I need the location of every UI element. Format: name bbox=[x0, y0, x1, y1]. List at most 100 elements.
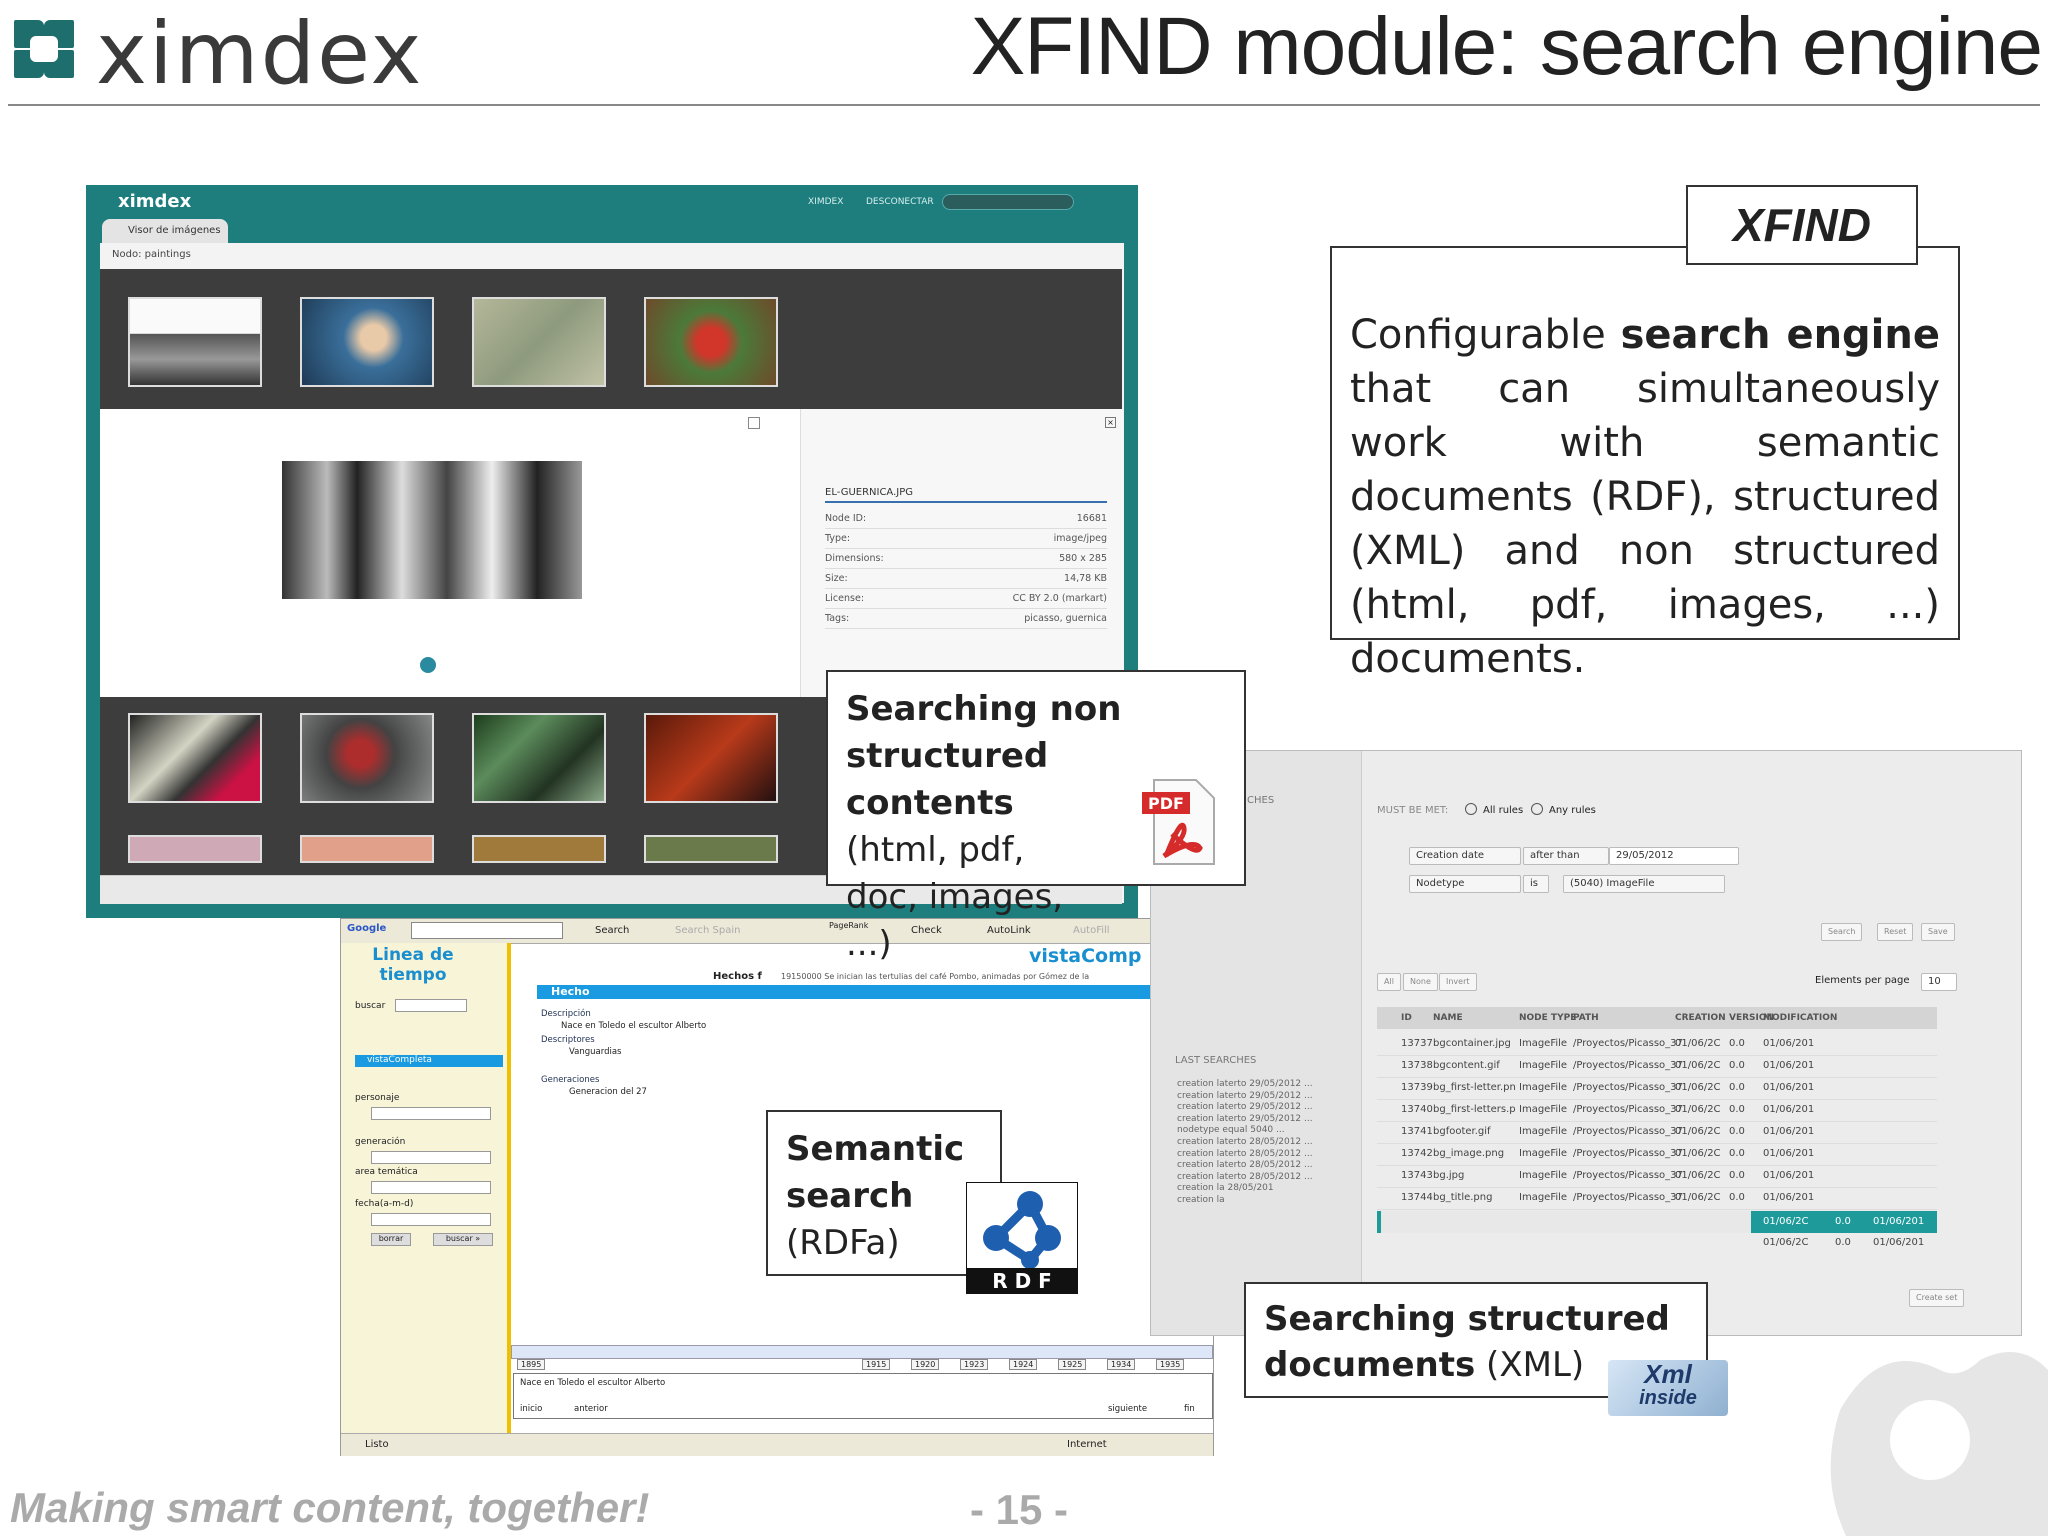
last-search-item[interactable]: nodetype equal 5040 ... bbox=[1177, 1125, 1327, 1137]
thumbnail[interactable] bbox=[472, 713, 606, 803]
table-cell: 0.0 bbox=[1729, 1060, 1745, 1071]
timeline-scrollbar[interactable] bbox=[511, 1345, 1213, 1359]
pdf-badge-text: PDF bbox=[1148, 794, 1184, 813]
column-header[interactable]: ID bbox=[1401, 1013, 1412, 1023]
table-row[interactable]: 13744 bg_title.png ImageFile/Proyectos/Pic… bbox=[1377, 1187, 1937, 1210]
buscar-button[interactable]: buscar » bbox=[433, 1233, 493, 1246]
all-rules-radio[interactable] bbox=[1465, 803, 1477, 815]
viewer-logout-link[interactable]: DESCONECTAR bbox=[866, 197, 934, 207]
select-none-button[interactable]: None bbox=[1403, 973, 1438, 991]
year-tick[interactable]: 1895 bbox=[517, 1359, 546, 1370]
generaciones-heading[interactable]: Generaciones bbox=[541, 1075, 599, 1085]
table-cell: 13738 bbox=[1401, 1060, 1433, 1071]
any-rules-radio[interactable] bbox=[1531, 803, 1543, 815]
results-table-header: ID NAME NODE TYPE PATH CREATION VERSION MODIFI… bbox=[1377, 1007, 1937, 1029]
year-tick[interactable]: 1915 bbox=[862, 1359, 891, 1370]
google-label[interactable]: Google bbox=[347, 923, 386, 934]
last-search-item[interactable]: creation laterto 28/05/2012 ... bbox=[1177, 1137, 1327, 1149]
toolbar-search[interactable]: Search bbox=[595, 925, 629, 936]
borrar-button[interactable]: borrar bbox=[371, 1233, 411, 1246]
thumbnail[interactable] bbox=[472, 835, 606, 863]
thumbnail[interactable] bbox=[644, 835, 778, 863]
last-search-item[interactable]: creation laterto 29/05/2012 ... bbox=[1177, 1114, 1327, 1126]
info-key: Type: bbox=[825, 533, 851, 544]
column-header[interactable]: NAME bbox=[1433, 1013, 1463, 1023]
google-search-input[interactable] bbox=[411, 922, 563, 939]
info-key: Tags: bbox=[825, 613, 850, 624]
close-icon[interactable]: × bbox=[1105, 417, 1116, 428]
siguiente-link[interactable]: siguiente bbox=[1108, 1404, 1147, 1414]
year-tick[interactable]: 1935 bbox=[1156, 1359, 1185, 1370]
thumbnail[interactable] bbox=[300, 713, 434, 803]
table-row[interactable]: 13743 bg.jpg ImageFile/Proyectos/Picasso_3… bbox=[1377, 1165, 1937, 1188]
reset-button[interactable]: Reset bbox=[1877, 923, 1914, 941]
create-set-button[interactable]: Create set bbox=[1909, 1289, 1965, 1307]
row-action-toolbar[interactable] bbox=[1381, 1211, 1751, 1233]
anterior-link[interactable]: anterior bbox=[574, 1404, 608, 1414]
vista-completa-link[interactable]: vistaCompleta bbox=[355, 1055, 503, 1067]
year-tick[interactable]: 1925 bbox=[1058, 1359, 1087, 1370]
last-search-item[interactable]: creation laterto 28/05/2012 ... bbox=[1177, 1149, 1327, 1161]
thumbnail[interactable] bbox=[128, 713, 262, 803]
last-search-item[interactable]: creation la bbox=[1177, 1195, 1327, 1207]
checkbox-icon[interactable] bbox=[748, 417, 760, 429]
guernica-image[interactable] bbox=[282, 461, 582, 599]
zoom-icon[interactable] bbox=[420, 657, 436, 673]
rule1-field-select[interactable]: Creation date bbox=[1409, 847, 1521, 865]
buscar-input[interactable] bbox=[395, 999, 467, 1012]
rule1-operator-select[interactable]: after than bbox=[1523, 847, 1609, 865]
personaje-input[interactable] bbox=[371, 1107, 491, 1120]
last-search-item[interactable]: creation la 28/05/201 bbox=[1177, 1183, 1327, 1195]
descriptores-heading[interactable]: Descriptores bbox=[541, 1035, 595, 1045]
thumbnail[interactable] bbox=[128, 835, 262, 863]
table-row[interactable]: 13737 bgcontainer.jpg ImageFile/Proyectos/… bbox=[1377, 1033, 1937, 1056]
viewer-user-link[interactable]: XIMDEX bbox=[808, 197, 843, 207]
search-button[interactable]: Search bbox=[1821, 923, 1863, 941]
elements-per-page-select[interactable]: 10 bbox=[1921, 973, 1957, 991]
inicio-link[interactable]: inicio bbox=[520, 1404, 542, 1414]
last-search-item[interactable]: creation laterto 29/05/2012 ... bbox=[1177, 1079, 1327, 1091]
fecha-label: fecha(a-m-d) bbox=[355, 1199, 414, 1209]
slide-title: XFIND module: search engine bbox=[970, 1, 2043, 92]
viewer-search-input[interactable] bbox=[942, 194, 1074, 210]
toolbar-search-spain[interactable]: Search Spain bbox=[675, 925, 740, 936]
area-tematica-select[interactable] bbox=[371, 1181, 491, 1194]
rule2-operator-select[interactable]: is bbox=[1523, 875, 1549, 893]
save-button[interactable]: Save bbox=[1921, 923, 1955, 941]
year-tick[interactable]: 1923 bbox=[960, 1359, 989, 1370]
table-row[interactable]: 13738 bgcontent.gif ImageFile/Proyectos/Pi… bbox=[1377, 1055, 1937, 1078]
column-header[interactable]: MODIFICATION bbox=[1763, 1013, 1837, 1023]
year-tick[interactable]: 1924 bbox=[1009, 1359, 1038, 1370]
fecha-input[interactable] bbox=[371, 1213, 491, 1226]
rule1-value-input[interactable]: 29/05/2012 bbox=[1609, 847, 1739, 865]
last-search-item[interactable]: creation laterto 28/05/2012 ... bbox=[1177, 1172, 1327, 1184]
year-tick[interactable]: 1920 bbox=[911, 1359, 940, 1370]
last-search-item[interactable]: creation laterto 29/05/2012 ... bbox=[1177, 1102, 1327, 1114]
table-row[interactable]: 13742 bg_image.png ImageFile/Proyectos/Pic… bbox=[1377, 1143, 1937, 1166]
table-row[interactable]: 13741 bgfooter.gif ImageFile/Proyectos/Pic… bbox=[1377, 1121, 1937, 1144]
column-header[interactable]: CREATION bbox=[1675, 1013, 1726, 1023]
thumbnail[interactable] bbox=[300, 835, 434, 863]
select-all-button[interactable]: All bbox=[1377, 973, 1401, 991]
table-row[interactable]: 13739 bg_first-letter.pn ImageFile/Proyect… bbox=[1377, 1077, 1937, 1100]
tab-image-viewer[interactable]: Visor de imágenes bbox=[102, 219, 228, 243]
fin-link[interactable]: fin bbox=[1184, 1404, 1195, 1414]
generacion-select[interactable] bbox=[371, 1151, 491, 1164]
column-header[interactable]: PATH bbox=[1573, 1013, 1599, 1023]
ximdex-logo-icon bbox=[14, 20, 74, 78]
year-tick[interactable]: 1934 bbox=[1107, 1359, 1136, 1370]
last-search-item[interactable]: creation laterto 29/05/2012 ... bbox=[1177, 1091, 1327, 1103]
thumbnail[interactable] bbox=[472, 297, 606, 387]
thumbnail[interactable] bbox=[300, 297, 434, 387]
rule2-value-select[interactable]: (5040) ImageFile bbox=[1563, 875, 1725, 893]
descripcion-heading[interactable]: Descripción bbox=[541, 1009, 591, 1019]
rule2-field-select[interactable]: Nodetype bbox=[1409, 875, 1521, 893]
thumbnail[interactable] bbox=[644, 297, 778, 387]
table-cell: ImageFile bbox=[1519, 1148, 1568, 1159]
thumbnail[interactable] bbox=[128, 297, 262, 387]
invert-selection-button[interactable]: Invert bbox=[1439, 973, 1477, 991]
table-row[interactable]: 13740 bg_first-letters.p ImageFile/Proyect… bbox=[1377, 1099, 1937, 1122]
last-search-item[interactable]: creation laterto 28/05/2012 ... bbox=[1177, 1160, 1327, 1172]
thumbnail[interactable] bbox=[644, 713, 778, 803]
column-header[interactable]: NODE TYPE bbox=[1519, 1013, 1576, 1023]
